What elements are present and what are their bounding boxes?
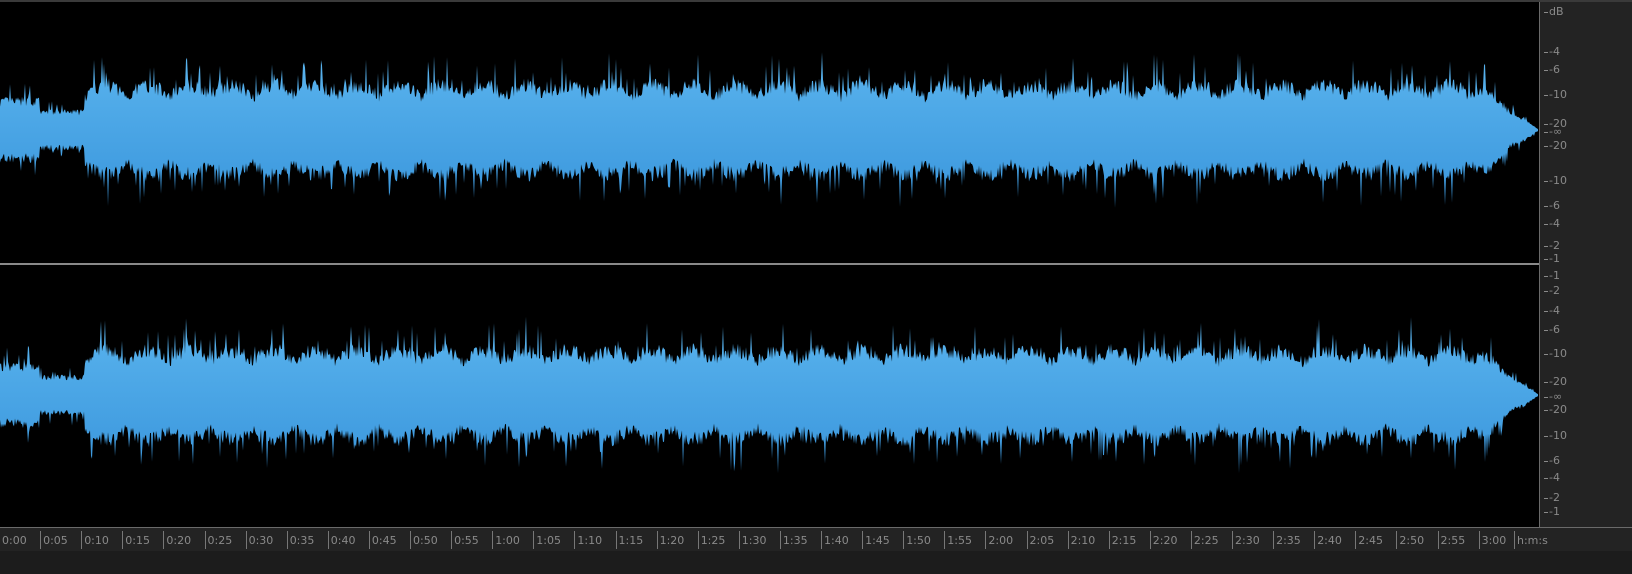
db-label: -10: [1544, 89, 1567, 101]
time-label: 3:00: [1478, 531, 1506, 549]
db-label: -∞: [1544, 126, 1562, 138]
time-label: 0:00: [0, 531, 27, 549]
db-label: -2: [1544, 285, 1560, 297]
time-label: 1:35: [779, 531, 808, 549]
db-label: -4: [1544, 305, 1560, 317]
time-label: 1:40: [821, 531, 849, 549]
time-label: 1:45: [862, 531, 890, 549]
time-label: 2:40: [1314, 531, 1342, 549]
time-label: 0:15: [122, 531, 150, 549]
time-label: 1:30: [738, 531, 767, 549]
db-label: -20: [1544, 140, 1567, 152]
db-label: -20: [1544, 404, 1567, 416]
db-label: -10: [1544, 348, 1567, 360]
time-label: 0:10: [81, 531, 109, 549]
db-scale: dB -4 -6 -10 -20 -∞ -20 -10 -6 -4 -2 -1 -1 -2 -4 -6 -10-…: [1539, 2, 1632, 527]
time-label: 0:05: [40, 531, 68, 549]
channel-divider: [0, 263, 1539, 265]
time-label: 1:20: [656, 531, 684, 549]
db-label: -2: [1544, 492, 1560, 504]
time-label: 0:45: [368, 531, 397, 549]
time-label: 2:10: [1067, 531, 1095, 549]
time-label: 2:00: [985, 531, 1013, 549]
time-label: 2:55: [1437, 531, 1465, 549]
time-label: 2:15: [1108, 531, 1136, 549]
waveform-channel-right: [0, 316, 1538, 474]
db-label: -6: [1544, 455, 1560, 467]
time-label: 0:20: [163, 531, 191, 549]
time-label: 2:30: [1232, 531, 1260, 549]
time-label: 0:50: [410, 531, 438, 549]
time-label: 2:20: [1149, 531, 1178, 549]
time-label: 0:55: [451, 531, 479, 549]
time-label: 1:55: [944, 531, 972, 549]
db-label: -6: [1544, 324, 1560, 336]
bottom-bar: [0, 551, 1632, 574]
db-label: -4: [1544, 218, 1560, 230]
time-label: 1:25: [697, 531, 725, 549]
time-label: 0:25: [204, 531, 232, 549]
db-label: -10: [1544, 175, 1567, 187]
db-label: -∞: [1544, 391, 1562, 403]
time-label: 0:35: [286, 531, 314, 549]
time-label: 1:00: [492, 531, 520, 549]
time-unit-label: h:m:s: [1514, 531, 1548, 549]
db-label: -20: [1544, 376, 1567, 388]
db-label: -1: [1544, 253, 1560, 265]
time-label: 2:25: [1190, 531, 1219, 549]
db-label: -4: [1544, 472, 1560, 484]
time-label: 2:45: [1355, 531, 1383, 549]
db-label: -1: [1544, 506, 1560, 518]
time-ruler[interactable]: h:m:s 0:00 0:05 0:10 0:15 0:20 0:25 0:30 0:35 0:…: [0, 527, 1632, 551]
waveform-channel-left: [0, 52, 1538, 208]
db-label: -6: [1544, 200, 1560, 212]
time-label: 1:05: [533, 531, 561, 549]
time-label: 2:35: [1273, 531, 1301, 549]
time-label: 1:50: [903, 531, 931, 549]
db-label: -2: [1544, 240, 1560, 252]
db-label: dB: [1544, 6, 1564, 18]
db-label: -10: [1544, 430, 1567, 442]
time-label: 2:50: [1396, 531, 1424, 549]
db-label: -1: [1544, 270, 1560, 282]
db-label: -6: [1544, 64, 1560, 76]
time-label: 0:30: [245, 531, 273, 549]
time-label: 1:10: [574, 531, 602, 549]
time-label: 1:15: [615, 531, 643, 549]
db-label: -4: [1544, 46, 1560, 58]
time-label: 0:40: [327, 531, 356, 549]
time-label: 2:05: [1026, 531, 1054, 549]
